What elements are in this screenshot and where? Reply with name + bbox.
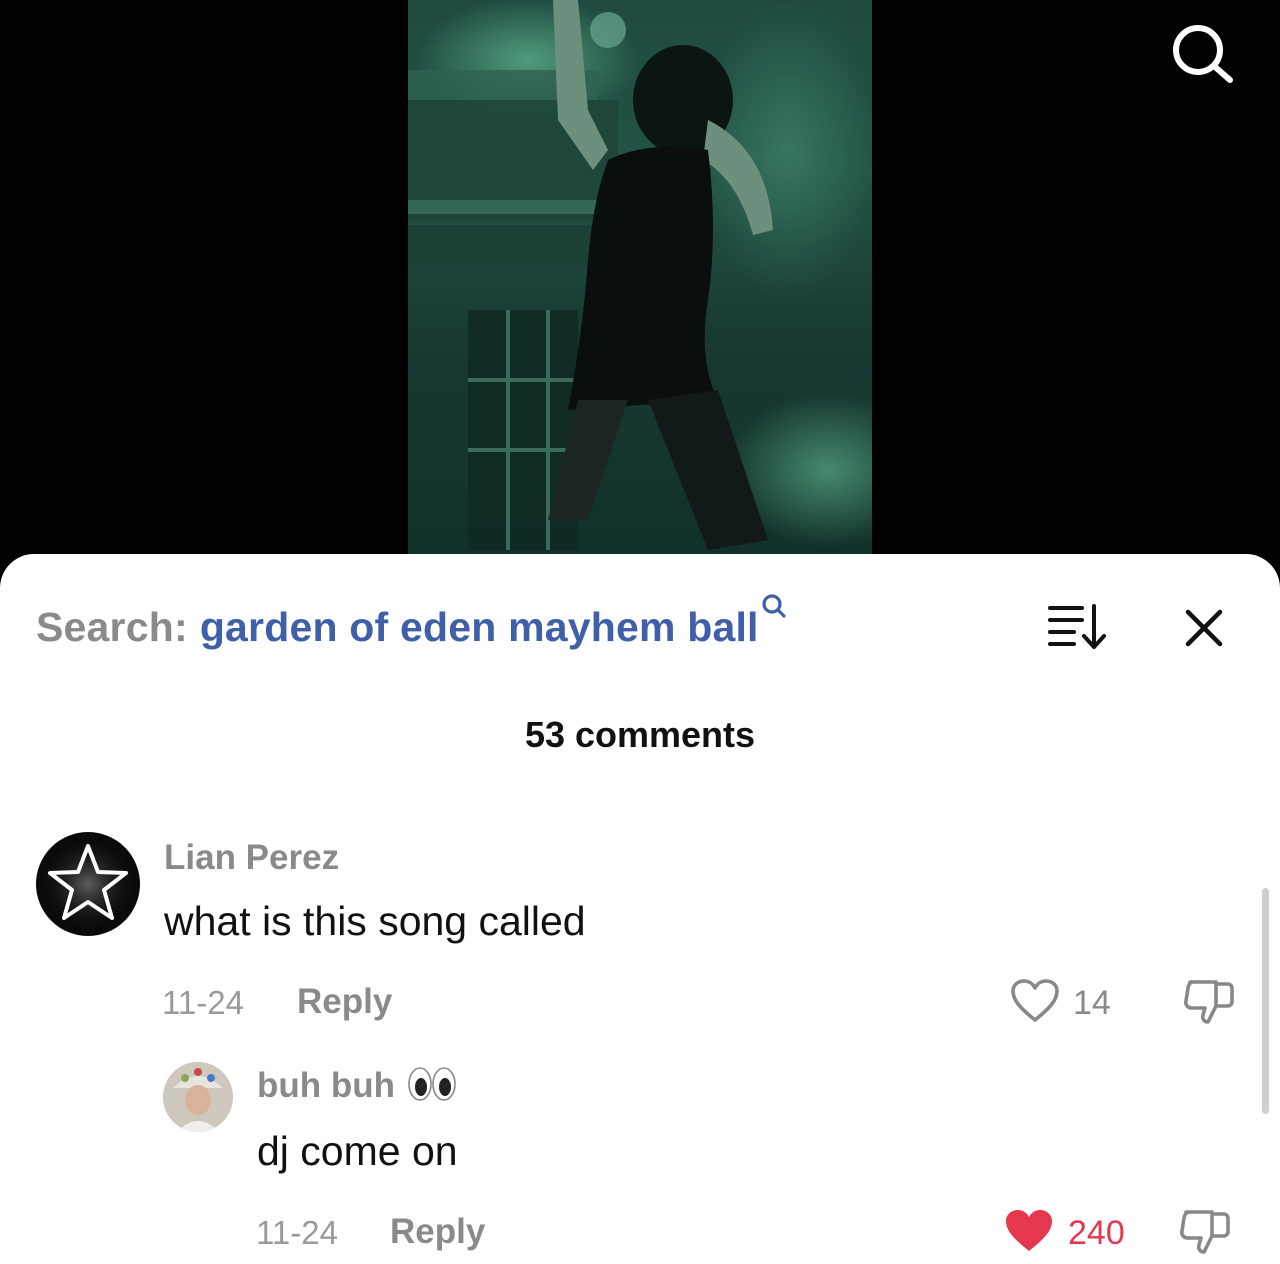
video-frame-illustration: [408, 0, 773, 550]
avatar[interactable]: [36, 832, 140, 936]
comment-author-name[interactable]: buh buh: [257, 1066, 395, 1105]
comment-date: 11-24: [162, 984, 244, 1021]
eyes-emoji-icon: [408, 1066, 456, 1101]
search-icon: [762, 594, 786, 618]
comments-sheet: Search: garden of eden mayhem ball 53 co…: [0, 554, 1280, 1264]
video-player[interactable]: [408, 0, 872, 560]
comment-count: 53 comments: [524, 714, 756, 755]
dislike-icon[interactable]: [1182, 976, 1236, 1028]
close-icon[interactable]: [1180, 604, 1228, 652]
reply-button[interactable]: Reply: [390, 1212, 485, 1252]
comment-author[interactable]: buh buh: [257, 1066, 457, 1107]
comment-text: dj come on: [257, 1128, 458, 1174]
comment-text: what is this song called: [164, 898, 586, 944]
dislike-icon[interactable]: [1178, 1206, 1232, 1258]
like-count: 240: [1068, 1214, 1125, 1252]
screen: Search: garden of eden mayhem ball 53 co…: [0, 0, 1280, 1264]
profile-photo: [163, 1062, 233, 1132]
comment-author[interactable]: Lian Perez: [164, 838, 339, 878]
reply-button[interactable]: Reply: [297, 982, 392, 1022]
star-icon: [38, 834, 138, 934]
comment-date: 11-24: [256, 1214, 338, 1251]
sort-icon[interactable]: [1046, 600, 1108, 652]
search-query-link[interactable]: garden of eden mayhem ball: [200, 604, 759, 651]
heart-icon[interactable]: [1004, 1208, 1054, 1254]
like-count: 14: [1073, 984, 1111, 1022]
scrollbar[interactable]: [1262, 888, 1269, 1114]
search-suggestion[interactable]: Search: garden of eden mayhem ball: [36, 594, 787, 652]
heart-icon[interactable]: [1010, 978, 1060, 1024]
avatar[interactable]: [163, 1062, 233, 1132]
search-prefix-label: Search:: [36, 604, 188, 650]
search-icon[interactable]: [1170, 22, 1234, 86]
